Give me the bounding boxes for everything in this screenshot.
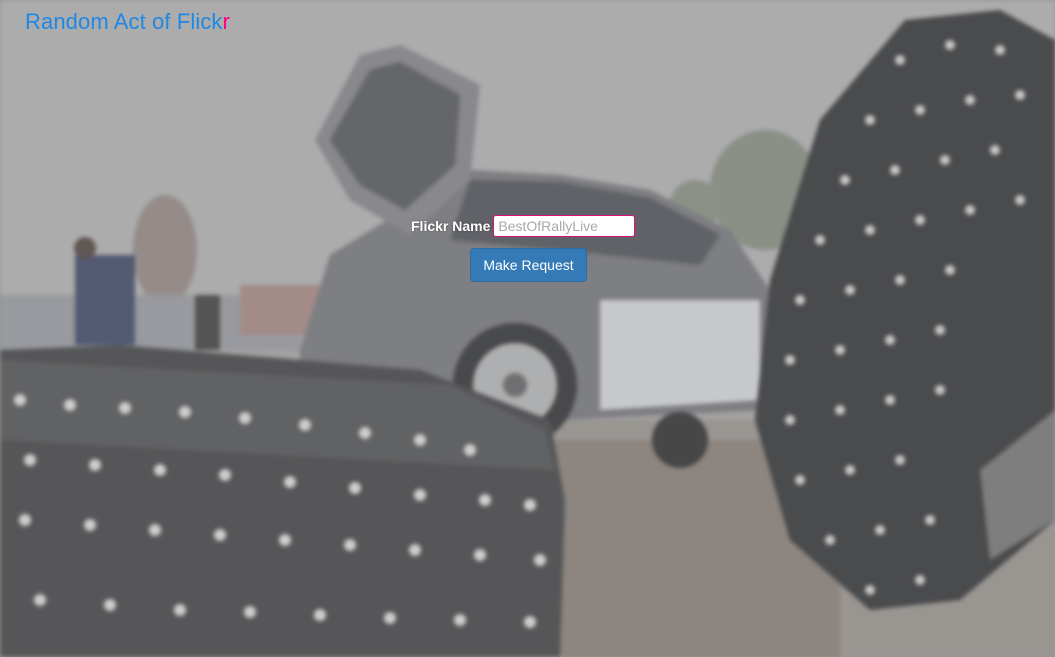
flickr-name-input[interactable] [493,215,636,237]
app-title: Random Act of Flickr [25,8,230,36]
app-title-accent: r [222,9,230,34]
app-title-main: Random Act of Flick [25,9,223,34]
flickr-name-label: Flickr Name [411,218,491,234]
background-dim-overlay [0,0,1055,657]
make-request-button[interactable]: Make Request [470,248,587,282]
page: Random Act of Flickr Flickr Name Make Re… [0,0,1055,657]
flickr-name-form: Flickr Name [411,214,636,238]
